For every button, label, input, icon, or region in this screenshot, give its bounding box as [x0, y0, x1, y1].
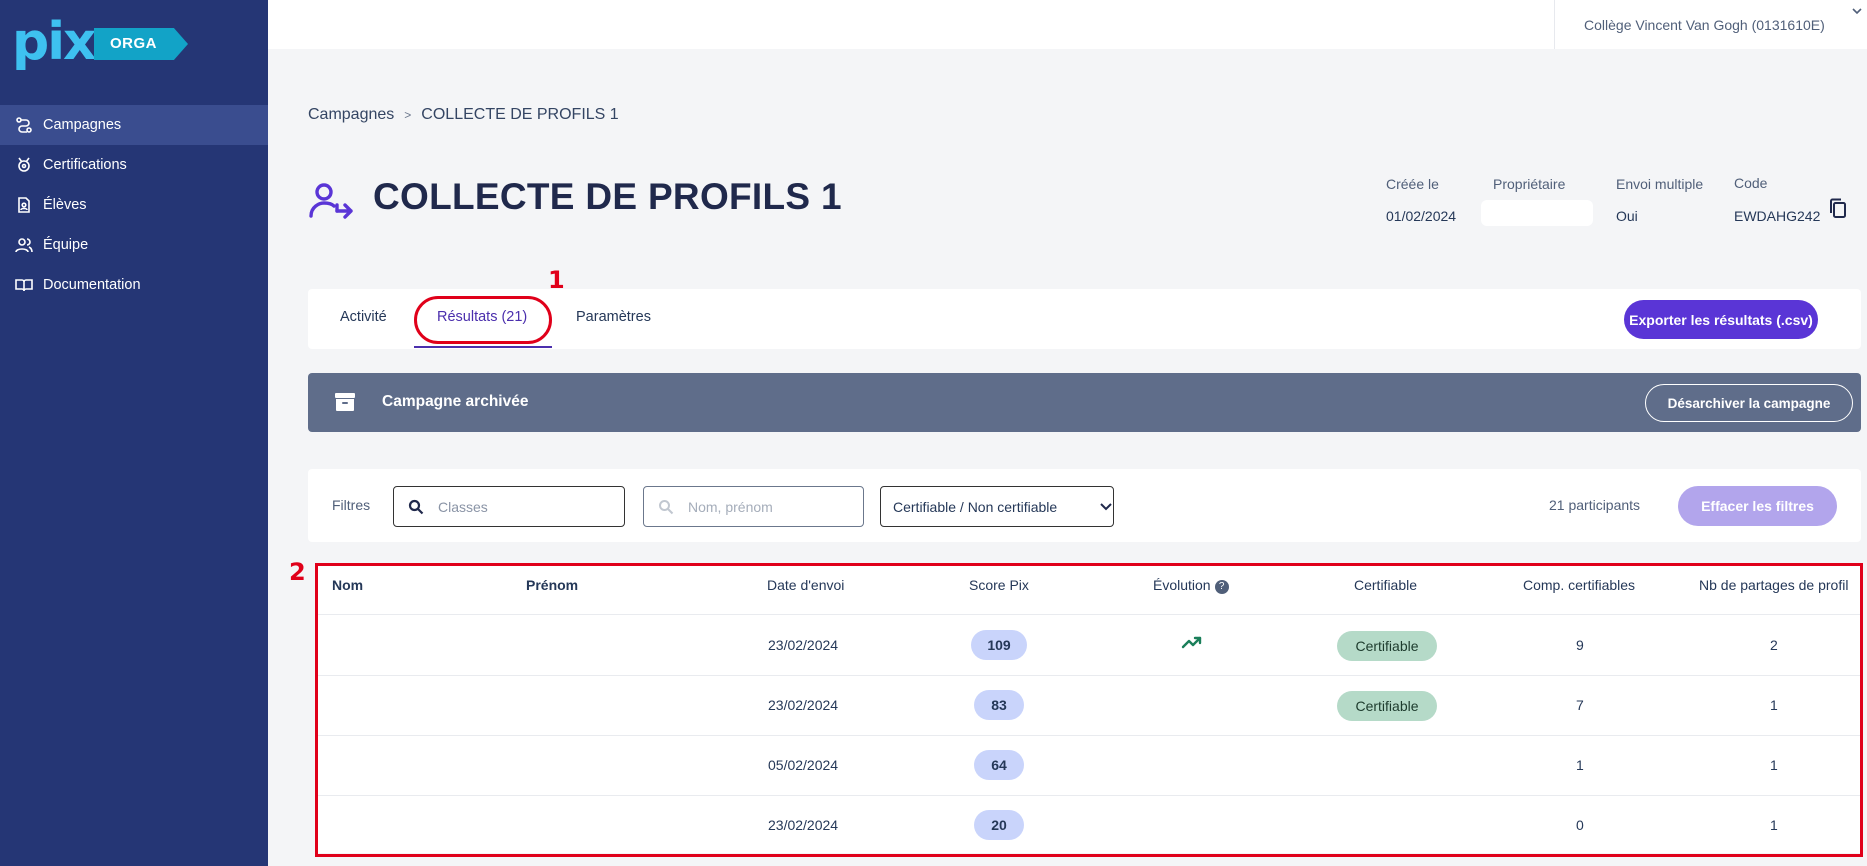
annotation-highlight-results-tab: [414, 296, 552, 344]
sidebar-item-documentation[interactable]: Documentation: [0, 265, 268, 305]
search-icon: [408, 499, 424, 514]
breadcrumb-separator: >: [404, 108, 412, 122]
owner-value: [1481, 200, 1593, 226]
top-bar: Collège Vincent Van Gogh (0131610E): [268, 0, 1867, 49]
breadcrumb-current: COLLECTE DE PROFILS 1: [421, 106, 619, 123]
owner-label: Propriétaire: [1493, 176, 1566, 192]
organization-name: Collège Vincent Van Gogh (0131610E): [1584, 16, 1825, 33]
students-icon: [15, 196, 33, 214]
multiple-label: Envoi multiple: [1616, 176, 1704, 192]
archive-icon: [334, 391, 356, 413]
copy-icon[interactable]: [1828, 198, 1848, 220]
sidebar-item-equipe[interactable]: Équipe: [0, 225, 268, 265]
meta-owner: Propriétaire: [1481, 176, 1593, 226]
tab-parametres[interactable]: Paramètres: [576, 309, 651, 325]
code-value: EWDAHG242: [1734, 208, 1821, 224]
sidebar: pix ORGA Campagnes Certifications Élèves: [0, 0, 268, 866]
page-title: COLLECTE DE PROFILS 1: [373, 176, 842, 217]
chevron-down-icon[interactable]: [1851, 4, 1863, 20]
sidebar-nav: Campagnes Certifications Élèves Équipe D…: [0, 105, 268, 305]
sidebar-item-certifications[interactable]: Certifications: [0, 145, 268, 185]
meta-multiple: Envoi multiple Oui: [1616, 176, 1703, 224]
profile-collection-icon: [309, 181, 355, 219]
chevron-down-icon: [1085, 499, 1112, 513]
search-icon: [659, 499, 674, 514]
code-label: Code: [1734, 175, 1768, 191]
meta-created: Créée le 01/02/2024: [1386, 176, 1456, 224]
annotation-highlight-table: [315, 563, 1863, 857]
participants-count: 21 participants: [1549, 497, 1641, 513]
pix-orga-logo[interactable]: pix ORGA: [12, 12, 188, 74]
name-search-input[interactable]: Nom, prénom: [643, 486, 864, 527]
campaign-icon: [15, 116, 33, 134]
archived-text: Campagne archivée: [382, 393, 529, 410]
book-icon: [15, 276, 33, 294]
multiple-value: Oui: [1616, 208, 1638, 224]
annotation-label-1: 1: [548, 266, 565, 294]
unarchive-button[interactable]: Désarchiver la campagne: [1645, 384, 1853, 422]
sidebar-item-label: Équipe: [43, 237, 89, 253]
sidebar-item-label: Documentation: [43, 277, 141, 293]
classes-filter-input[interactable]: Classes: [393, 486, 625, 527]
classes-placeholder: Classes: [438, 498, 488, 515]
annotation-label-2: 2: [289, 558, 306, 586]
sidebar-item-label: Élèves: [43, 197, 87, 213]
filters-bar: Filtres Classes Nom, prénom Certifiable …: [308, 469, 1861, 542]
active-tab-underline: [414, 346, 552, 348]
sidebar-item-eleves[interactable]: Élèves: [0, 185, 268, 225]
certifiable-select-value: Certifiable / Non certifiable: [893, 498, 1058, 515]
sidebar-item-campagnes[interactable]: Campagnes: [0, 105, 268, 145]
logo-badge: ORGA: [94, 28, 188, 60]
name-placeholder: Nom, prénom: [688, 498, 773, 515]
certifiable-select[interactable]: Certifiable / Non certifiable: [880, 486, 1114, 527]
filters-label: Filtres: [332, 497, 371, 513]
export-results-button[interactable]: Exporter les résultats (.csv): [1624, 300, 1818, 339]
tab-activite[interactable]: Activité: [340, 309, 387, 325]
sidebar-item-label: Campagnes: [43, 117, 122, 133]
created-label: Créée le: [1386, 176, 1439, 192]
certification-icon: [15, 156, 33, 174]
organization-selector[interactable]: Collège Vincent Van Gogh (0131610E): [1554, 0, 1867, 49]
created-value: 01/02/2024: [1386, 208, 1457, 224]
archived-banner: Campagne archivée Désarchiver la campagn…: [308, 373, 1861, 432]
team-icon: [15, 236, 33, 254]
breadcrumb: Campagnes > COLLECTE DE PROFILS 1: [308, 106, 619, 124]
breadcrumb-campagnes-link[interactable]: Campagnes: [308, 106, 394, 124]
meta-code: Code EWDAHG242: [1734, 175, 1820, 224]
clear-filters-button[interactable]: Effacer les filtres: [1678, 486, 1837, 526]
logo-text: pix: [12, 12, 97, 72]
sidebar-item-label: Certifications: [43, 157, 127, 173]
